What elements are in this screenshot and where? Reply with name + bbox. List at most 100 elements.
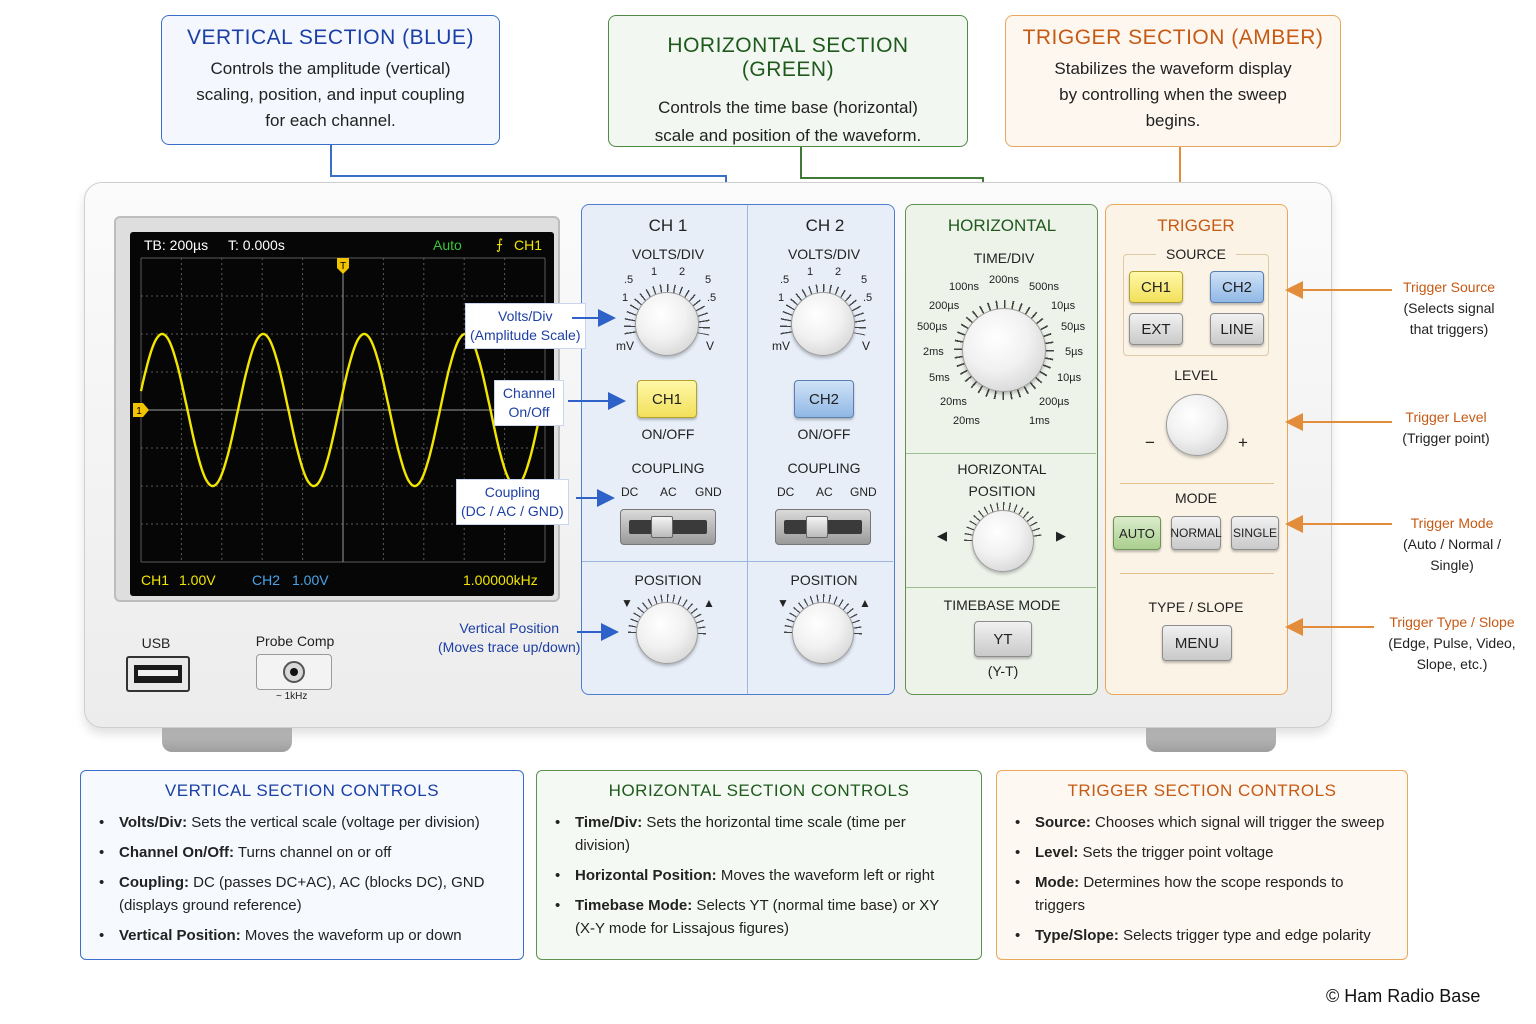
trigger-callout-title: TRIGGER SECTION (AMBER) xyxy=(1022,26,1324,49)
ch1-volts-div-knob[interactable] xyxy=(635,292,699,356)
trigger-section-callout: TRIGGER SECTION (AMBER) Stabilizes the w… xyxy=(1005,15,1341,147)
ch2-position-knob[interactable] xyxy=(792,602,854,664)
trigger-level-knob[interactable] xyxy=(1166,394,1228,456)
trigger-source-label: SOURCE xyxy=(1156,246,1236,262)
trigger-callout-line: by controlling when the sweep xyxy=(1059,85,1287,104)
trigger-controls-item: Source: Chooses which signal will trigge… xyxy=(1015,811,1389,834)
trigger-mode-annotation: Trigger Mode (Auto / Normal / Single) xyxy=(1380,513,1524,576)
time-div-tick: 5ms xyxy=(929,372,950,384)
vertical-panel-hdivider xyxy=(582,561,893,562)
ch1-scale-value: 1.00V xyxy=(179,572,216,588)
ch2-on-off-label: ON/OFF xyxy=(797,426,851,442)
ch1-vdiv-tick: .5 xyxy=(707,292,717,304)
time-div-tick: 200ns xyxy=(989,274,1019,286)
ch2-volts-div-knob[interactable] xyxy=(791,292,855,356)
ch1-position-knob[interactable] xyxy=(636,602,698,664)
trigger-mode-auto-button[interactable]: AUTO xyxy=(1113,516,1161,550)
trigger-level-plus: + xyxy=(1238,433,1248,452)
channel-annotation: Channel On/Off xyxy=(494,380,564,426)
vertical-panel-divider xyxy=(747,205,748,694)
ch2-on-off-button[interactable]: CH2 xyxy=(794,380,854,418)
ch1-coupling-switch[interactable] xyxy=(620,509,716,545)
trigger-position-marker-label: T xyxy=(340,261,346,272)
ch2-position-label: POSITION xyxy=(790,572,858,588)
time-div-tick: 50µs xyxy=(1061,321,1086,333)
trigger-divider xyxy=(1120,483,1274,484)
ch1-on-off-button[interactable]: CH1 xyxy=(637,380,697,418)
trigger-title: TRIGGER xyxy=(1157,216,1235,235)
vertical-controls-box: VERTICAL SECTION CONTROLS Volts/Div: Set… xyxy=(80,770,524,960)
ch2-position-down-icon: ▼ xyxy=(777,596,789,610)
time-div-tick: 20ms xyxy=(940,396,967,408)
ch1-coupling-dc: DC xyxy=(621,485,639,499)
ch1-vdiv-tick: .5 xyxy=(624,274,634,286)
ch2-vdiv-tick: .5 xyxy=(780,274,790,286)
horizontal-controls-item: Horizontal Position: Moves the waveform … xyxy=(555,864,963,887)
vertical-controls-item: Vertical Position: Moves the waveform up… xyxy=(99,924,505,947)
trigger-mode-annotation-desc: Single) xyxy=(1430,557,1474,573)
trigger-source-ch1-button[interactable]: CH1 xyxy=(1129,271,1183,303)
ch2-v-label: V xyxy=(862,339,871,353)
time-div-tick: 500ns xyxy=(1029,281,1059,293)
ch1-position-label: POSITION xyxy=(634,572,702,588)
usb-label: USB xyxy=(141,635,171,651)
graticule: T1 xyxy=(133,257,547,563)
trigger-type-annotation: Trigger Type / Slope (Edge, Pulse, Video… xyxy=(1374,612,1530,675)
trigger-type-annotation-desc: (Edge, Pulse, Video, xyxy=(1388,635,1516,651)
probe-comp-frequency: ~ 1kHz xyxy=(276,691,308,702)
trigger-controls-item: Type/Slope: Selects trigger type and edg… xyxy=(1015,924,1389,947)
horizontal-position-knob[interactable] xyxy=(972,510,1034,572)
ch1-title: CH 1 xyxy=(648,216,688,235)
horizontal-controls-box: HORIZONTAL SECTION CONTROLS Time/Div: Se… xyxy=(536,770,982,960)
trigger-controls-item: Mode: Determines how the scope responds … xyxy=(1015,871,1389,917)
time-div-knob[interactable] xyxy=(962,308,1046,392)
ch2-volts-div-label: VOLTS/DIV xyxy=(787,246,861,262)
probe-comp-terminal[interactable] xyxy=(256,654,332,690)
ch1-position-down-icon: ▼ xyxy=(621,596,633,610)
time-div-tick: 1ms xyxy=(1029,415,1050,427)
horizontal-controls-title: HORIZONTAL SECTION CONTROLS xyxy=(608,781,910,800)
time-div-tick: 20ms xyxy=(953,415,980,427)
trigger-source-ch2-button[interactable]: CH2 xyxy=(1210,271,1264,303)
trigger-source-ext-button[interactable]: EXT xyxy=(1129,313,1183,345)
coupling-annotation: Coupling (DC / AC / GND) xyxy=(456,479,569,525)
oscilloscope-screen: TB: 200µs T: 0.000s Auto ⨍ CH1 T1 CH1 1.… xyxy=(130,232,554,596)
ch1-scale-label: CH1 xyxy=(141,572,170,588)
trigger-source-annotation-desc: that triggers) xyxy=(1409,321,1489,337)
vertical-controls-item: Channel On/Off: Turns channel on or off xyxy=(99,841,505,864)
trigger-divider xyxy=(1120,573,1274,574)
trigger-mode-normal-button[interactable]: NORMAL xyxy=(1170,516,1222,550)
trigger-source-line-button[interactable]: LINE xyxy=(1210,313,1264,345)
ch1-on-off-label: ON/OFF xyxy=(641,426,695,442)
horizontal-left-icon: ◀ xyxy=(937,528,947,543)
trigger-level-annotation-desc: (Trigger point) xyxy=(1402,430,1490,446)
horizontal-controls-item: Time/Div: Sets the horizontal time scale… xyxy=(555,811,963,857)
ch2-mv-label: mV xyxy=(772,339,790,353)
trigger-menu-button[interactable]: MENU xyxy=(1162,625,1232,661)
ch1-position-up-icon: ▲ xyxy=(703,596,715,610)
ch1-vdiv-tick: 1 xyxy=(651,266,658,278)
horizontal-position-label: HORIZONTAL xyxy=(957,461,1047,477)
ch2-vdiv-tick: 2 xyxy=(835,266,842,278)
scope-foot-right xyxy=(1146,726,1276,752)
vertical-callout-line: scaling, position, and input coupling xyxy=(196,85,465,104)
trigger-type-annotation-title: Trigger Type / Slope xyxy=(1389,614,1515,630)
vertical-position-annotation-title: Vertical Position xyxy=(459,620,559,636)
time-div-tick: 200µs xyxy=(929,300,960,312)
trigger-mode-single-button[interactable]: SINGLE xyxy=(1231,516,1279,550)
vertical-callout-title: VERTICAL SECTION (BLUE) xyxy=(187,26,474,49)
horizontal-controls-item: Timebase Mode: Selects YT (normal time b… xyxy=(555,894,963,940)
horizontal-panel-divider xyxy=(906,587,1096,588)
usb-port[interactable] xyxy=(126,656,190,692)
coupling-annotation-title: Coupling xyxy=(484,484,540,500)
horizontal-callout-line: Controls the time base (horizontal) xyxy=(658,98,918,117)
horizontal-title: HORIZONTAL xyxy=(947,216,1057,235)
horizontal-right-icon: ▶ xyxy=(1056,528,1066,543)
yt-mode-button[interactable]: YT xyxy=(974,621,1032,657)
trigger-callout-line: Stabilizes the waveform display xyxy=(1054,59,1292,78)
ch2-coupling-switch[interactable] xyxy=(775,509,871,545)
yt-mode-sub-label: (Y-T) xyxy=(987,663,1019,679)
time-div-tick: 200µs xyxy=(1039,396,1070,408)
time-div-label: TIME/DIV xyxy=(973,250,1035,266)
frequency-readout: 1.00000kHz xyxy=(463,572,538,588)
